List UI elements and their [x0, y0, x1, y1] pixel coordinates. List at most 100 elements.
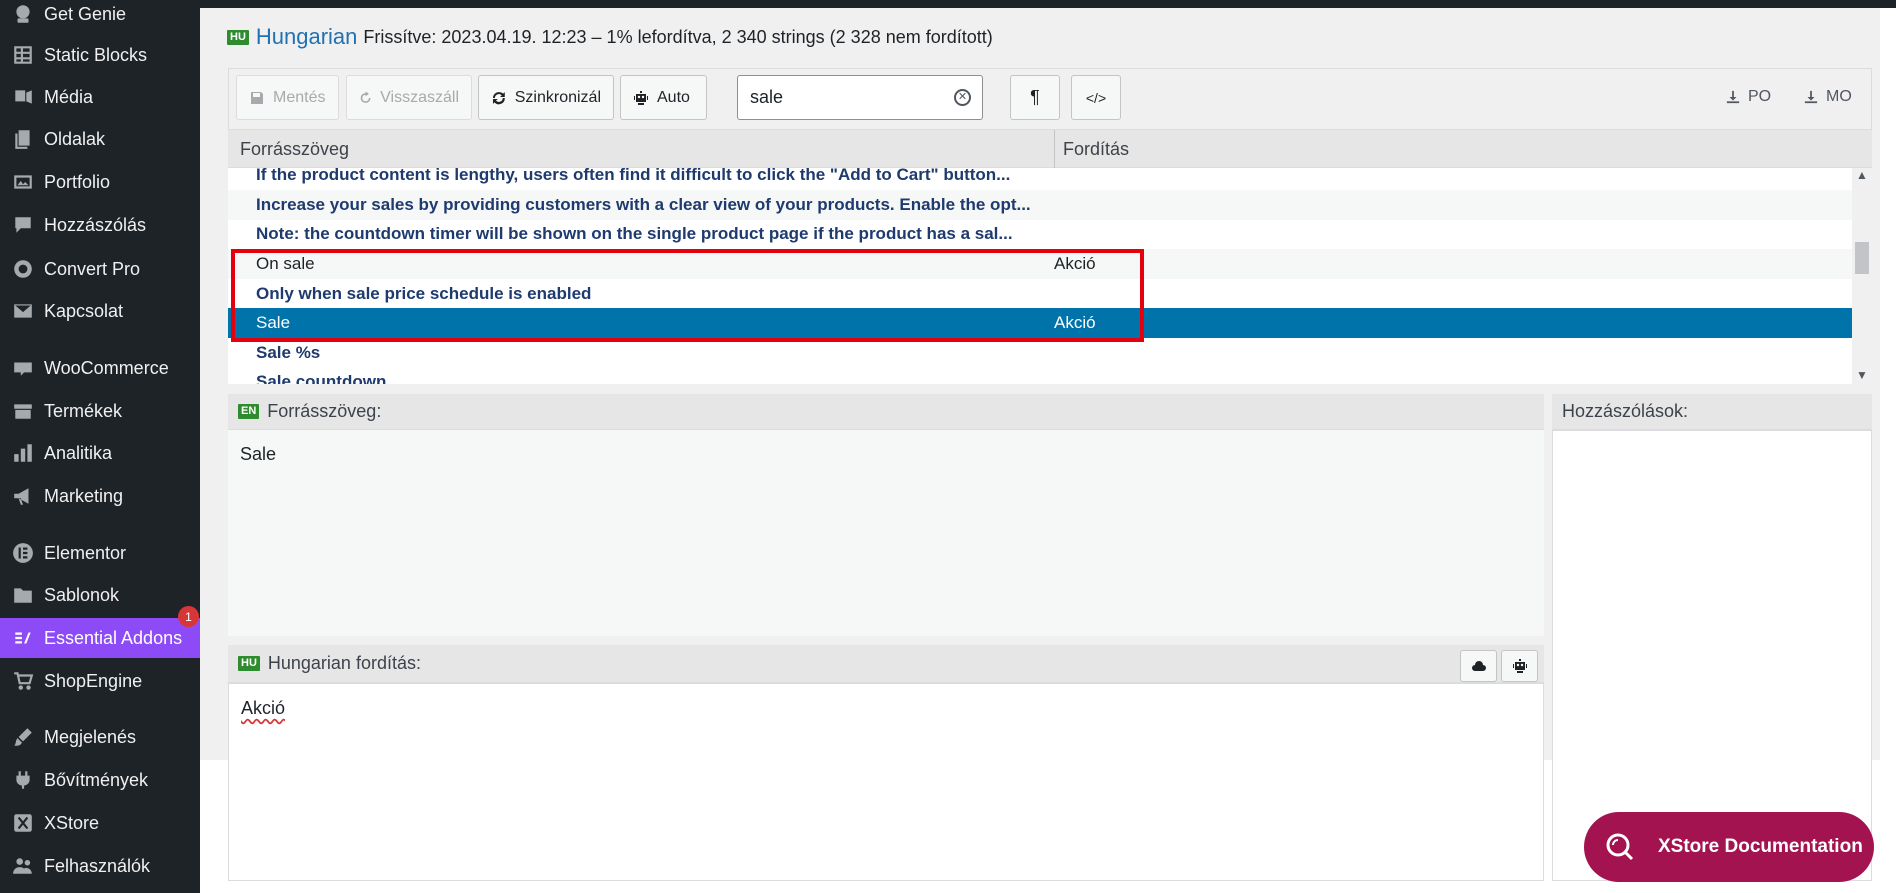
cloud-icon	[1471, 661, 1486, 671]
list-item[interactable]: Only when sale price schedule is enabled	[228, 279, 1852, 309]
robot-translate-button[interactable]	[1501, 650, 1538, 682]
sidebar-item-label: Get Genie	[44, 3, 127, 24]
sidebar-item-shopengine[interactable]: ShopEngine	[0, 661, 200, 701]
genie-icon	[11, 2, 35, 26]
sidebar-item-label: Megjelenés	[44, 726, 137, 747]
sidebar-item-users[interactable]: Felhasználók	[0, 846, 200, 886]
file-header: HU Hungarian Frissítve: 2023.04.19. 12:2…	[227, 22, 993, 52]
download-icon	[1804, 90, 1818, 104]
clear-search-icon[interactable]: ✕	[954, 89, 971, 106]
revert-button[interactable]: Visszaszáll	[346, 75, 472, 120]
sidebar-item-templates[interactable]: Sablonok	[0, 575, 200, 615]
comment-icon	[11, 213, 35, 237]
toggle-code-button[interactable]: </>	[1071, 75, 1121, 120]
save-button[interactable]: Mentés	[236, 75, 339, 120]
auto-translate-button[interactable]: Auto	[620, 75, 707, 120]
sidebar-item-label: Portfolio	[44, 171, 111, 192]
search-icon	[1606, 833, 1634, 861]
sidebar-item-label: ShopEngine	[44, 670, 143, 691]
sidebar-item-label: Termékek	[44, 400, 123, 421]
scroll-up-icon[interactable]: ▲	[1856, 168, 1868, 182]
code-icon: </>	[1085, 89, 1107, 106]
sidebar-item-products[interactable]: Termékek	[0, 391, 200, 431]
sidebar-item-get-genie[interactable]: Get Genie	[0, 0, 200, 34]
pilcrow-icon: ¶	[1030, 87, 1040, 107]
plugin-icon	[11, 768, 35, 792]
toggle-invisibles-button[interactable]: ¶	[1010, 75, 1060, 120]
sidebar-item-appearance[interactable]: Megjelenés	[0, 717, 200, 757]
language-flag: HU	[238, 656, 260, 671]
sidebar-item-comments[interactable]: Hozzászólás	[0, 205, 200, 245]
sidebar-item-woocommerce[interactable]: WooCommerce	[0, 348, 200, 388]
column-source[interactable]: Forrásszöveg	[240, 139, 349, 160]
sync-button[interactable]: Szinkronizál	[478, 75, 614, 120]
list-item[interactable]: Sale countdown	[228, 367, 1852, 384]
sidebar-item-media[interactable]: Média	[0, 77, 200, 117]
folder-icon	[11, 583, 35, 607]
sidebar-item-marketing[interactable]: Marketing	[0, 476, 200, 516]
woo-icon	[11, 356, 35, 380]
source-text-view: Sale	[228, 430, 1544, 636]
admin-top-bar	[0, 0, 1896, 8]
sidebar-item-label: XStore	[44, 812, 100, 833]
list-item[interactable]: On sale Akció	[228, 249, 1852, 279]
source-text: Note: the countdown timer will be shown …	[256, 224, 1013, 243]
sidebar-item-label: Static Blocks	[44, 44, 148, 65]
translation-pane-label: Hungarian fordítás:	[267, 653, 421, 673]
sidebar-item-xstore[interactable]: XStore	[0, 803, 200, 843]
list-item[interactable]: If the product content is lengthy, users…	[228, 168, 1852, 190]
source-text-value: Sale	[240, 444, 277, 464]
sidebar-item-contact[interactable]: Kapcsolat	[0, 291, 200, 331]
column-divider	[1054, 130, 1055, 168]
file-meta: Frissítve: 2023.04.19. 12:23 – 1% leford…	[363, 26, 993, 47]
sidebar-item-plugins[interactable]: Bővítmények	[0, 760, 200, 800]
mail-icon	[11, 299, 35, 323]
list-item[interactable]: Increase your sales by providing custome…	[228, 190, 1852, 220]
string-list-header: Forrásszöveg Fordítás	[228, 130, 1872, 168]
robot-icon	[634, 90, 648, 105]
search-input[interactable]: sale ✕	[737, 75, 983, 120]
sidebar-item-analytics[interactable]: Analitika	[0, 433, 200, 473]
sidebar-item-label: WooCommerce	[44, 357, 169, 378]
scrollbar-thumb[interactable]	[1855, 242, 1869, 274]
convert-pro-icon	[11, 257, 35, 281]
sidebar-item-label: Felhasználók	[44, 855, 151, 876]
elementor-icon	[11, 541, 35, 565]
list-item-selected[interactable]: Sale Akció	[228, 308, 1852, 338]
robot-icon	[1512, 659, 1527, 673]
language-link[interactable]: Hungarian	[256, 24, 358, 50]
media-icon	[11, 85, 35, 109]
list-item[interactable]: Note: the countdown timer will be shown …	[228, 219, 1852, 249]
translation-textarea[interactable]: Akció	[228, 683, 1544, 881]
cloud-translate-button[interactable]	[1460, 650, 1497, 682]
source-text: Sale	[256, 313, 291, 332]
sidebar-item-label: Elementor	[44, 542, 127, 563]
sidebar-item-static-blocks[interactable]: Static Blocks	[0, 35, 200, 75]
scroll-down-icon[interactable]: ▼	[1856, 368, 1868, 382]
sidebar-item-essential-addons[interactable]: Essential Addons 1	[0, 606, 200, 658]
sidebar-item-label: Convert Pro	[44, 258, 141, 279]
list-scrollbar[interactable]: ▲ ▼	[1852, 168, 1872, 384]
sidebar-item-portfolio[interactable]: Portfolio	[0, 162, 200, 202]
admin-sidebar: Get Genie Static Blocks Média Oldalak Po…	[0, 0, 200, 893]
sidebar-item-convert-pro[interactable]: Convert Pro	[0, 249, 200, 289]
sidebar-item-label: Sablonok	[44, 584, 120, 605]
download-po-button[interactable]: PO	[1726, 77, 1771, 117]
download-mo-button[interactable]: MO	[1804, 77, 1852, 117]
sidebar-item-pages[interactable]: Oldalak	[0, 119, 200, 159]
list-item[interactable]: Sale %s	[228, 338, 1852, 368]
xstore-documentation-button[interactable]: XStore Documentation	[1584, 812, 1874, 882]
sidebar-item-elementor[interactable]: Elementor	[0, 533, 200, 573]
essential-addons-icon	[11, 626, 35, 650]
column-translation[interactable]: Fordítás	[1063, 139, 1129, 160]
language-flag: EN	[238, 404, 260, 419]
string-list: If the product content is lengthy, users…	[228, 168, 1872, 384]
source-pane-label: Forrásszöveg:	[267, 401, 382, 421]
comments-pane-header: Hozzászólások:	[1552, 394, 1872, 430]
sidebar-item-label: Essential Addons	[44, 627, 183, 648]
sidebar-item-label: Analitika	[44, 442, 113, 463]
download-icon	[1726, 90, 1740, 104]
translation-text-value: Akció	[241, 698, 286, 718]
source-text: Increase your sales by providing custome…	[256, 195, 1031, 214]
users-icon	[11, 854, 35, 878]
